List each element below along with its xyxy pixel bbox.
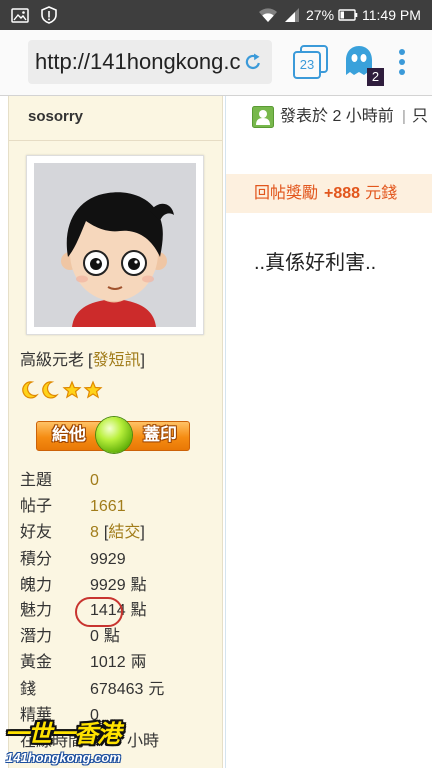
reload-icon[interactable]	[243, 52, 263, 72]
green-ball-icon	[96, 417, 132, 453]
stat-unit: 兩	[130, 654, 147, 671]
site-watermark: 一世一香港 141hongkong.com	[2, 720, 128, 766]
url-field[interactable]: http://141hongkong.c	[28, 40, 272, 84]
author-name[interactable]: sosorry	[28, 106, 83, 128]
wifi-icon	[259, 8, 277, 22]
stat-label: 黃金	[20, 654, 53, 671]
stat-unit: 點	[130, 577, 147, 594]
header-separator: |	[402, 108, 406, 125]
status-bar: 27% 11:49 PM	[0, 0, 432, 30]
stat-value: 0	[90, 628, 99, 645]
moon-icon	[22, 381, 39, 399]
clock: 11:49 PM	[362, 7, 421, 23]
stat-unit: 小時	[127, 733, 160, 750]
rank-icons	[22, 380, 103, 399]
posts-count-link[interactable]: 1661	[90, 494, 126, 520]
reply-reward-banner: 回帖獎勵 +888 元錢	[226, 174, 432, 213]
view-only-author-link[interactable]: 只	[412, 106, 428, 128]
stat-label: 主題	[20, 472, 53, 489]
star-icon	[83, 380, 103, 399]
overflow-menu-icon[interactable]	[398, 48, 406, 78]
post-time: 發表於 2 小時前	[280, 108, 394, 125]
user-group: 高級元老	[20, 352, 85, 369]
alert-shield-icon	[41, 6, 57, 24]
stat-unit: 元	[148, 681, 165, 698]
signal-icon	[285, 8, 299, 22]
stat-label: 錢	[20, 681, 37, 698]
gallery-icon	[11, 8, 29, 23]
post-message: ..真係好利害..	[254, 252, 377, 274]
stamp-button[interactable]: 給他 蓋印	[36, 417, 190, 453]
reward-text: 回帖獎勵 +888 元錢	[254, 174, 397, 213]
stamp-button-left-label: 給他	[52, 425, 86, 444]
friends-count-link[interactable]: 8	[90, 524, 99, 541]
stat-value: 9929	[90, 577, 126, 594]
stat-unit: 點	[130, 602, 147, 619]
stat-row-points: 積分 9929	[20, 547, 218, 573]
stat-label: 魄力	[20, 577, 53, 594]
moon-icon	[42, 381, 59, 399]
battery-percent: 27%	[306, 7, 335, 23]
stat-unit: 點	[103, 628, 120, 645]
send-pm-link[interactable]: 發短訊	[92, 352, 140, 369]
stat-value: 9929	[90, 551, 126, 568]
stat-label: 帖子	[20, 498, 53, 515]
reward-amount: +888	[324, 185, 361, 202]
extension-badge: 2	[367, 68, 384, 86]
stat-label: 好友	[20, 524, 53, 541]
red-highlight-circle	[75, 597, 123, 627]
online-user-icon	[252, 106, 274, 128]
add-friend-link[interactable]: 結交	[108, 524, 140, 541]
watermark-title: 一世一香港	[5, 721, 121, 748]
topics-count-link[interactable]: 0	[90, 468, 99, 494]
avatar-image[interactable]	[34, 163, 196, 327]
stat-value: 678463	[90, 681, 144, 698]
reward-label: 回帖獎勵	[254, 185, 319, 202]
stat-label: 潛力	[20, 628, 53, 645]
stat-row-potential: 潛力 0點	[20, 624, 218, 650]
stat-label: 魅力	[20, 602, 53, 619]
reward-unit: 元錢	[365, 185, 398, 202]
stamp-button-right-label: 蓋印	[143, 425, 177, 444]
star-icon	[62, 380, 82, 399]
tab-count[interactable]: 23	[294, 57, 320, 73]
stat-row-money: 錢 678463 元	[20, 677, 218, 703]
user-group-line: 高級元老 [發短訊]	[20, 350, 145, 372]
battery-icon	[338, 9, 358, 21]
stat-row-friends: 好友 8 [結交]	[20, 520, 218, 546]
stat-row-gold: 黃金 1012 兩	[20, 650, 218, 676]
stat-label: 積分	[20, 551, 53, 568]
stat-row-courage: 魄力 9929 點	[20, 573, 218, 599]
author-divider	[9, 140, 222, 141]
stat-value: 1012	[90, 654, 126, 671]
watermark-domain: 141hongkong.com	[6, 750, 121, 765]
bracket: ]	[140, 352, 145, 369]
stat-row-posts: 帖子 1661	[20, 494, 218, 520]
bracket: ]	[140, 524, 145, 541]
url-text[interactable]: http://141hongkong.c	[35, 40, 243, 84]
stat-row-topics: 主題 0	[20, 468, 218, 494]
browser-toolbar: http://141hongkong.c 23 2	[0, 30, 432, 95]
